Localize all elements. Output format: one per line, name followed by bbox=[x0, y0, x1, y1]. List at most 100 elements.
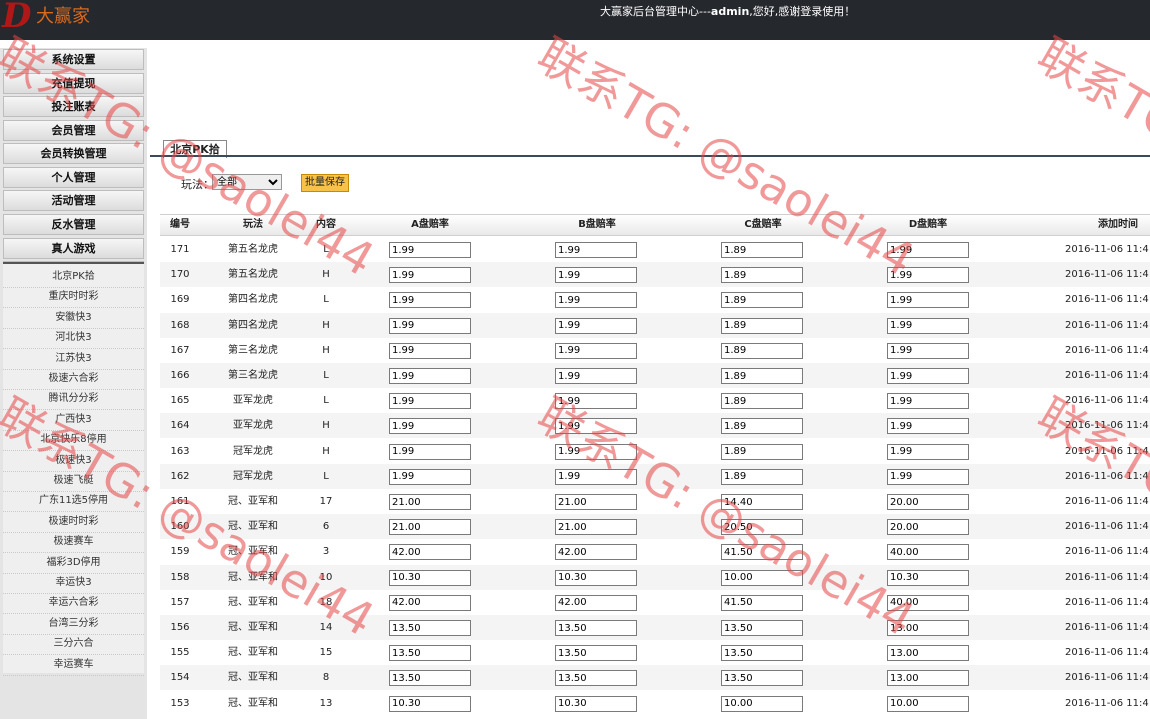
odds-input-b[interactable] bbox=[555, 393, 637, 410]
odds-input-c[interactable] bbox=[721, 418, 803, 435]
odds-input-c[interactable] bbox=[721, 443, 803, 460]
odds-input-c[interactable] bbox=[721, 267, 803, 284]
odds-input-c[interactable] bbox=[721, 519, 803, 536]
odds-input-c[interactable] bbox=[721, 468, 803, 485]
odds-input-c[interactable] bbox=[721, 317, 803, 334]
odds-input-d[interactable] bbox=[887, 443, 969, 460]
odds-input-d[interactable] bbox=[887, 292, 969, 309]
odds-input-a[interactable] bbox=[389, 620, 471, 636]
sidebar-menu-item[interactable]: 活动管理 bbox=[3, 190, 144, 211]
sidebar-sub-item[interactable]: 极速快3 bbox=[3, 451, 144, 472]
sidebar-sub-item[interactable]: 重庆时时彩 bbox=[3, 287, 144, 309]
odds-input-b[interactable] bbox=[555, 443, 637, 460]
sidebar-sub-item[interactable]: 广东11选5停用 bbox=[3, 491, 144, 513]
odds-input-a[interactable] bbox=[389, 342, 471, 359]
sidebar-sub-item[interactable]: 广西快3 bbox=[3, 410, 144, 431]
odds-input-a[interactable] bbox=[389, 393, 471, 410]
odds-input-a[interactable] bbox=[389, 368, 471, 384]
odds-input-d[interactable] bbox=[887, 519, 969, 536]
sidebar-sub-item[interactable]: 三分六合 bbox=[3, 634, 144, 656]
sidebar-sub-item[interactable]: 幸运赛车 bbox=[3, 655, 144, 676]
sidebar-sub-item[interactable]: 腾讯分分彩 bbox=[3, 389, 144, 411]
odds-input-d[interactable] bbox=[887, 242, 969, 258]
odds-input-a[interactable] bbox=[389, 292, 471, 309]
sidebar-menu-item[interactable]: 投注账表 bbox=[3, 96, 144, 117]
odds-input-c[interactable] bbox=[721, 544, 803, 561]
odds-input-b[interactable] bbox=[555, 594, 637, 611]
odds-input-c[interactable] bbox=[721, 242, 803, 258]
odds-input-c[interactable] bbox=[721, 569, 803, 586]
odds-input-b[interactable] bbox=[555, 292, 637, 309]
odds-input-c[interactable] bbox=[721, 620, 803, 636]
odds-input-a[interactable] bbox=[389, 519, 471, 536]
sidebar-menu-item[interactable]: 反水管理 bbox=[3, 214, 144, 235]
odds-input-b[interactable] bbox=[555, 645, 637, 662]
sidebar-menu-item[interactable]: 会员管理 bbox=[3, 120, 144, 141]
sidebar-sub-item[interactable]: 幸运六合彩 bbox=[3, 593, 144, 615]
odds-input-a[interactable] bbox=[389, 569, 471, 586]
sidebar-menu-item[interactable]: 会员转换管理 bbox=[3, 143, 144, 164]
odds-input-b[interactable] bbox=[555, 494, 637, 510]
odds-input-b[interactable] bbox=[555, 267, 637, 284]
odds-input-b[interactable] bbox=[555, 569, 637, 586]
odds-input-b[interactable] bbox=[555, 368, 637, 384]
odds-input-c[interactable] bbox=[721, 594, 803, 611]
odds-input-d[interactable] bbox=[887, 368, 969, 384]
odds-input-d[interactable] bbox=[887, 695, 969, 712]
odds-input-c[interactable] bbox=[721, 292, 803, 309]
odds-input-a[interactable] bbox=[389, 695, 471, 712]
sidebar-menu-item[interactable]: 个人管理 bbox=[3, 167, 144, 188]
odds-input-b[interactable] bbox=[555, 418, 637, 435]
odds-input-d[interactable] bbox=[887, 620, 969, 636]
odds-input-a[interactable] bbox=[389, 242, 471, 258]
odds-input-a[interactable] bbox=[389, 317, 471, 334]
odds-input-b[interactable] bbox=[555, 468, 637, 485]
sidebar-sub-item[interactable]: 极速飞艇 bbox=[3, 471, 144, 492]
odds-input-b[interactable] bbox=[555, 317, 637, 334]
odds-input-d[interactable] bbox=[887, 544, 969, 561]
sidebar-menu-item[interactable]: 系统设置 bbox=[3, 49, 144, 70]
odds-input-a[interactable] bbox=[389, 494, 471, 510]
odds-input-d[interactable] bbox=[887, 569, 969, 586]
sidebar-sub-item[interactable]: 极速六合彩 bbox=[3, 369, 144, 390]
sidebar-sub-item[interactable]: 河北快3 bbox=[3, 328, 144, 350]
sidebar-sub-item[interactable]: 台湾三分彩 bbox=[3, 614, 144, 635]
odds-input-b[interactable] bbox=[555, 242, 637, 258]
odds-input-c[interactable] bbox=[721, 342, 803, 359]
sidebar-sub-item[interactable]: 北京PK拾 bbox=[3, 267, 144, 288]
sidebar-sub-item[interactable]: 极速赛车 bbox=[3, 532, 144, 554]
odds-input-d[interactable] bbox=[887, 267, 969, 284]
odds-input-b[interactable] bbox=[555, 695, 637, 712]
odds-input-c[interactable] bbox=[721, 494, 803, 510]
sidebar-sub-item[interactable]: 北京快乐8停用 bbox=[3, 430, 144, 452]
odds-input-d[interactable] bbox=[887, 393, 969, 410]
odds-input-b[interactable] bbox=[555, 342, 637, 359]
odds-input-a[interactable] bbox=[389, 645, 471, 662]
odds-input-d[interactable] bbox=[887, 317, 969, 334]
odds-input-d[interactable] bbox=[887, 594, 969, 611]
batch-save-button[interactable]: 批量保存 bbox=[301, 174, 349, 192]
odds-input-d[interactable] bbox=[887, 494, 969, 510]
odds-input-d[interactable] bbox=[887, 342, 969, 359]
sidebar-menu-item[interactable]: 真人游戏 bbox=[3, 238, 144, 259]
odds-input-a[interactable] bbox=[389, 594, 471, 611]
odds-input-c[interactable] bbox=[721, 695, 803, 712]
odds-input-c[interactable] bbox=[721, 645, 803, 662]
odds-input-a[interactable] bbox=[389, 544, 471, 561]
odds-input-d[interactable] bbox=[887, 670, 969, 687]
sidebar-menu-item[interactable]: 充值提现 bbox=[3, 73, 144, 94]
sidebar-sub-item[interactable]: 幸运快3 bbox=[3, 573, 144, 594]
play-type-select[interactable]: 全部 bbox=[212, 174, 282, 190]
sidebar-sub-item[interactable]: 江苏快3 bbox=[3, 349, 144, 370]
odds-input-a[interactable] bbox=[389, 443, 471, 460]
odds-input-b[interactable] bbox=[555, 544, 637, 561]
sidebar-sub-item[interactable]: 极速时时彩 bbox=[3, 512, 144, 533]
odds-input-a[interactable] bbox=[389, 267, 471, 284]
odds-input-d[interactable] bbox=[887, 418, 969, 435]
odds-input-c[interactable] bbox=[721, 368, 803, 384]
sidebar-sub-item[interactable]: 安徽快3 bbox=[3, 308, 144, 329]
odds-input-b[interactable] bbox=[555, 519, 637, 536]
odds-input-b[interactable] bbox=[555, 620, 637, 636]
odds-input-a[interactable] bbox=[389, 670, 471, 687]
sidebar-sub-item[interactable]: 福彩3D停用 bbox=[3, 553, 144, 574]
